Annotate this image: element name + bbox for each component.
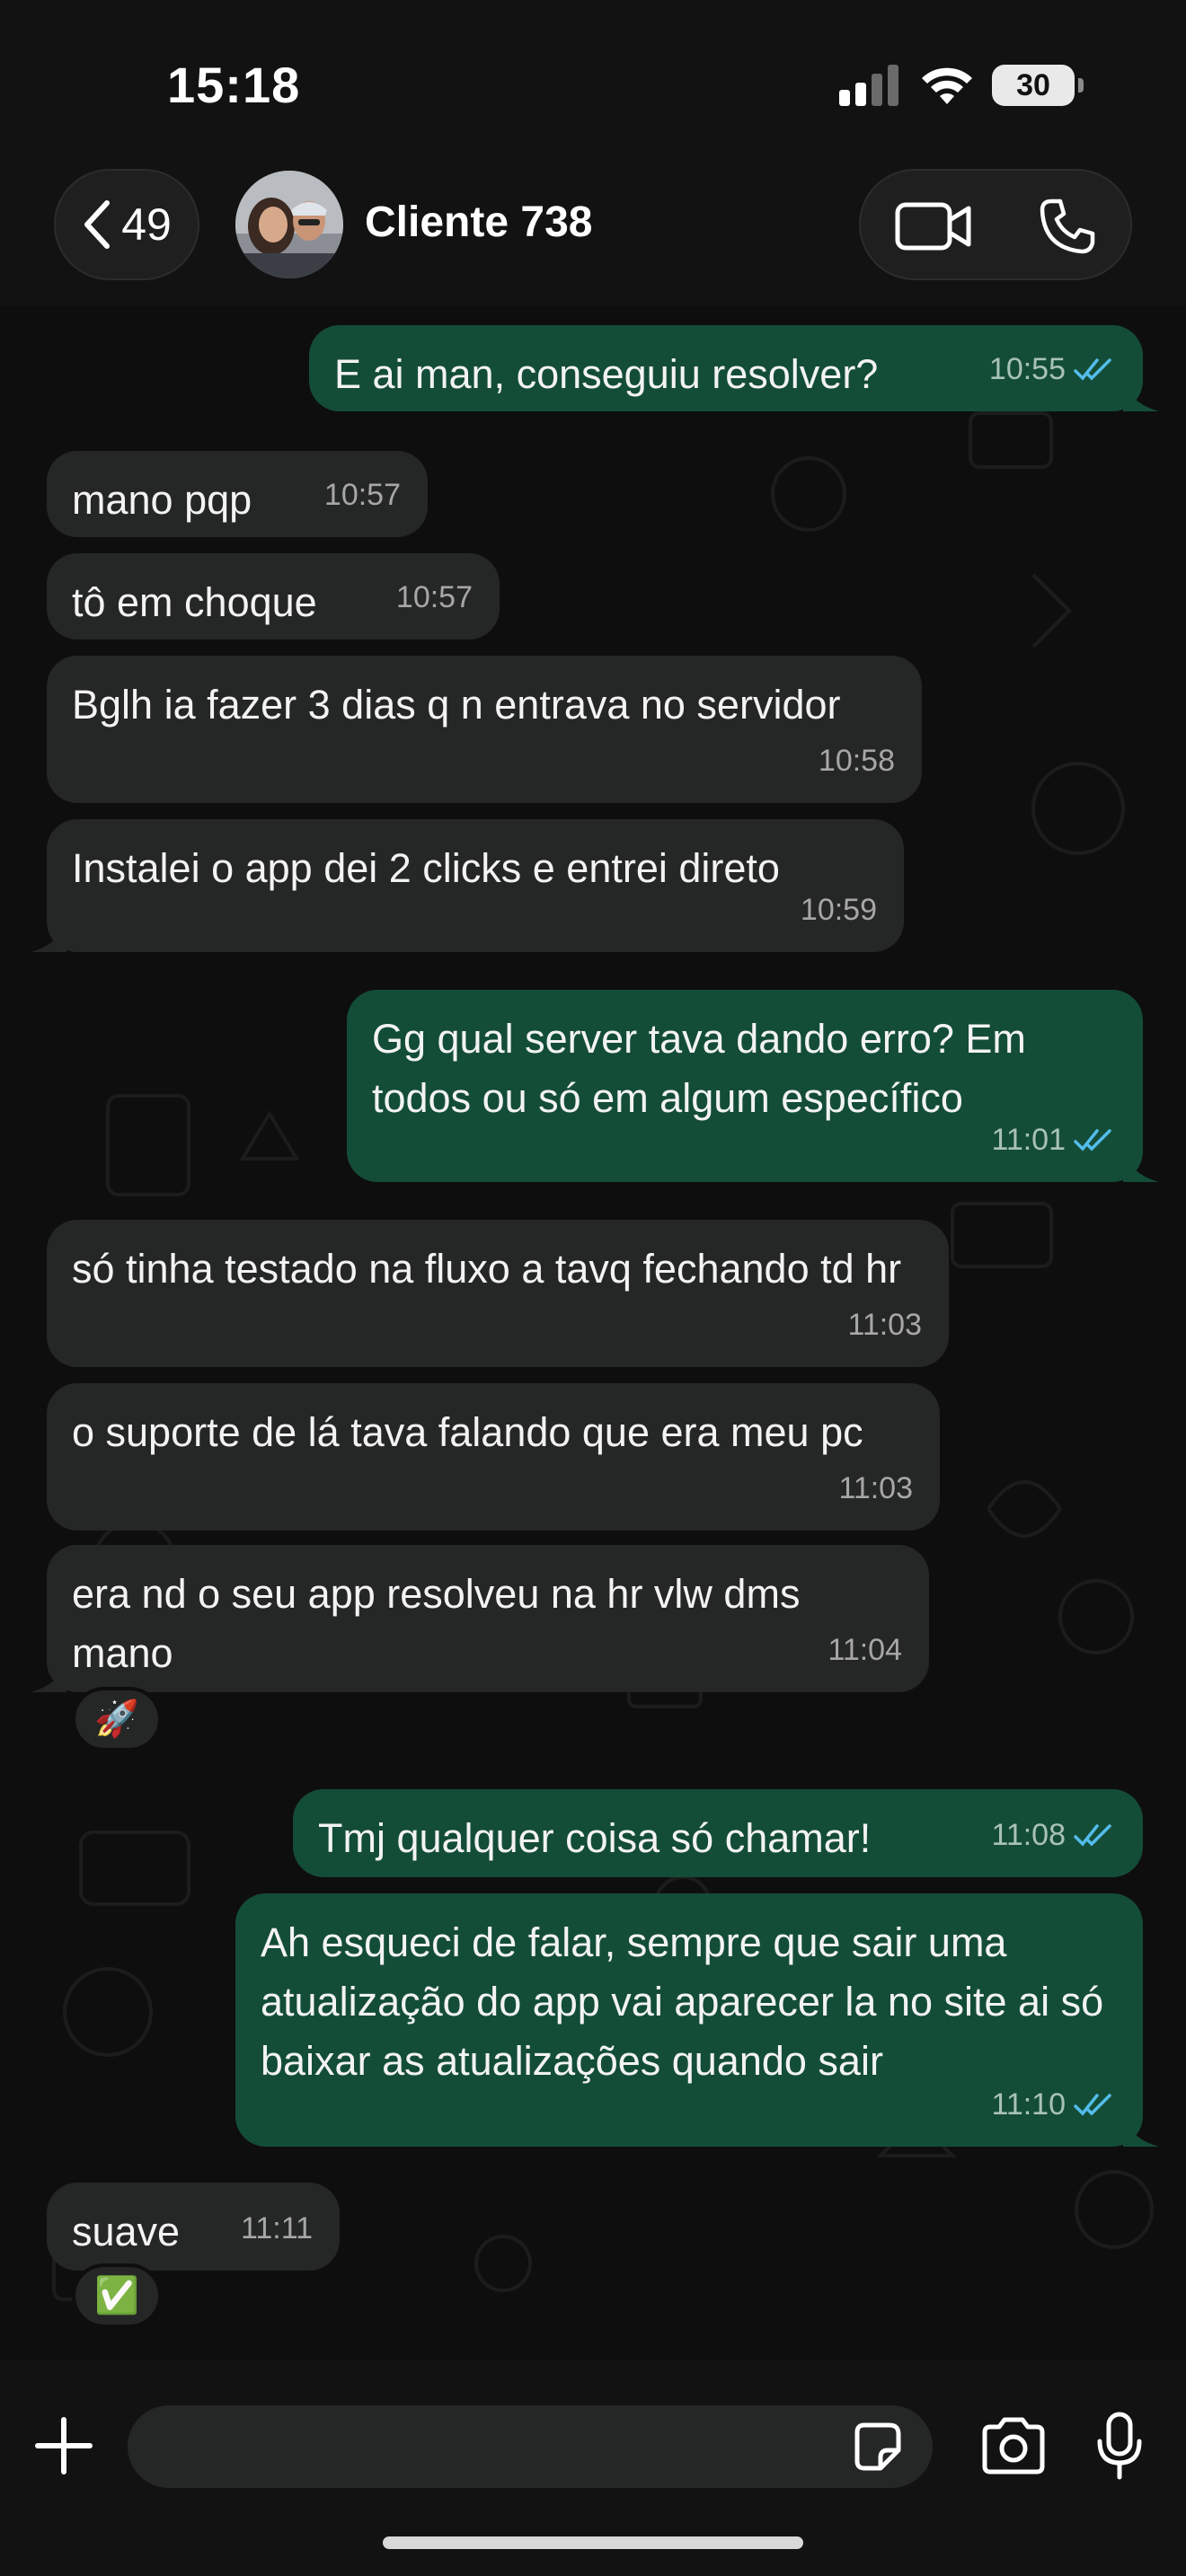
read-receipt-icon bbox=[1074, 2094, 1111, 2116]
message-text: Tmj qualquer coisa só chamar! bbox=[318, 1815, 872, 1861]
message-bubble-incoming[interactable]: tô em choque 10:57 bbox=[47, 553, 500, 640]
message-meta: 11:11 bbox=[241, 2199, 313, 2258]
message-time: 11:03 bbox=[847, 1308, 922, 1342]
message-time: 10:57 bbox=[395, 580, 473, 614]
message-text: Ah esqueci de falar, sempre que sair uma… bbox=[261, 1919, 1104, 2084]
message-bubble-outgoing[interactable]: E ai man, conseguiu resolver? 10:55 bbox=[309, 325, 1159, 411]
read-receipt-icon bbox=[1074, 1129, 1111, 1151]
message-time: 10:57 bbox=[323, 478, 401, 512]
battery-icon: 30 bbox=[992, 65, 1084, 106]
message-bubble-incoming[interactable]: Bglh ia fazer 3 dias q n entrava no serv… bbox=[47, 656, 922, 803]
message-meta: 11:04 bbox=[828, 1620, 902, 1680]
message-bubble-incoming[interactable]: mano pqp 10:57 bbox=[47, 451, 428, 537]
message-bubble-incoming[interactable]: só tinha testado na fluxo a tavq fechand… bbox=[47, 1220, 949, 1367]
message-time: 11:01 bbox=[991, 1123, 1066, 1157]
reaction-badge[interactable]: 🚀 bbox=[72, 1687, 162, 1751]
message-bubble-outgoing[interactable]: Gg qual server tava dando erro? Em todos… bbox=[347, 990, 1159, 1182]
wifi-icon bbox=[922, 67, 972, 104]
message-bubble-incoming[interactable]: suave 11:11 bbox=[47, 2183, 340, 2271]
back-chevron-icon bbox=[84, 200, 111, 249]
call-actions bbox=[859, 169, 1132, 280]
message-bubble-incoming[interactable]: era nd o seu app resolveu na hr vlw dms … bbox=[31, 1545, 929, 1692]
message-meta: 11:10 bbox=[991, 2075, 1116, 2134]
message-text: Gg qual server tava dando erro? Em todos… bbox=[372, 1016, 1026, 1121]
reaction-badge[interactable]: ✅ bbox=[72, 2263, 162, 2328]
sticker-icon[interactable] bbox=[850, 2420, 904, 2474]
unread-count: 49 bbox=[121, 199, 172, 250]
message-time: 11:11 bbox=[240, 2211, 313, 2245]
message-time: 10:58 bbox=[818, 744, 895, 778]
phone-call-icon[interactable] bbox=[1039, 198, 1096, 255]
message-meta: 10:58 bbox=[819, 731, 895, 790]
status-time: 15:18 bbox=[167, 57, 301, 113]
bubble-tail bbox=[1123, 2111, 1159, 2147]
bubble-tail bbox=[1123, 1146, 1159, 1182]
message-text: era nd o seu app resolveu na hr vlw dms … bbox=[72, 1571, 801, 1676]
contact-name[interactable]: Cliente 738 bbox=[365, 198, 592, 247]
message-meta: 11:08 bbox=[991, 1805, 1116, 1865]
message-bubble-outgoing[interactable]: Tmj qualquer coisa só chamar! 11:08 bbox=[293, 1789, 1143, 1877]
message-meta: 11:01 bbox=[991, 1110, 1116, 1169]
composer-bar bbox=[0, 2360, 1186, 2576]
message-time: 10:59 bbox=[800, 893, 877, 927]
message-text: mano pqp bbox=[72, 477, 252, 523]
back-button[interactable]: 49 bbox=[54, 169, 199, 280]
message-meta: 11:03 bbox=[838, 1459, 913, 1518]
cellular-signal-icon bbox=[839, 65, 898, 106]
message-time: 11:04 bbox=[828, 1633, 902, 1667]
bubble-tail bbox=[31, 916, 66, 952]
message-time: 11:10 bbox=[991, 2087, 1066, 2122]
message-meta: 10:59 bbox=[801, 880, 877, 940]
read-receipt-icon bbox=[1074, 358, 1111, 381]
plus-icon[interactable] bbox=[32, 2414, 95, 2477]
message-list[interactable]: E ai man, conseguiu resolver? 10:55 mano… bbox=[0, 305, 1186, 2360]
microphone-icon[interactable] bbox=[1094, 2411, 1145, 2481]
status-bar: 15:18 30 bbox=[0, 0, 1186, 162]
message-text: E ai man, conseguiu resolver? bbox=[334, 351, 879, 397]
video-call-icon[interactable] bbox=[895, 198, 972, 255]
message-input[interactable] bbox=[128, 2405, 933, 2488]
message-time: 11:08 bbox=[991, 1818, 1066, 1852]
avatar[interactable] bbox=[235, 171, 343, 278]
message-bubble-incoming[interactable]: o suporte de lá tava falando que era meu… bbox=[47, 1383, 940, 1531]
read-receipt-icon bbox=[1074, 1824, 1111, 1847]
message-text: Instalei o app dei 2 clicks e entrei dir… bbox=[72, 845, 780, 891]
message-time: 11:03 bbox=[838, 1471, 913, 1505]
chat-header: 49 Cliente 738 bbox=[0, 162, 1186, 305]
bubble-tail bbox=[31, 1656, 66, 1692]
camera-icon[interactable] bbox=[979, 2416, 1048, 2475]
message-time: 10:55 bbox=[988, 352, 1066, 386]
message-text: só tinha testado na fluxo a tavq fechand… bbox=[72, 1246, 902, 1292]
message-meta: 10:55 bbox=[989, 340, 1116, 399]
message-meta: 10:57 bbox=[396, 568, 473, 627]
message-text: tô em choque bbox=[72, 579, 317, 625]
message-bubble-incoming[interactable]: Instalei o app dei 2 clicks e entrei dir… bbox=[31, 819, 904, 952]
home-indicator[interactable] bbox=[383, 2536, 803, 2549]
message-text: Bglh ia fazer 3 dias q n entrava no serv… bbox=[72, 682, 841, 728]
bubble-tail bbox=[1123, 375, 1159, 411]
message-text: suave bbox=[72, 2209, 181, 2254]
message-bubble-outgoing[interactable]: Ah esqueci de falar, sempre que sair uma… bbox=[235, 1893, 1159, 2147]
message-text: o suporte de lá tava falando que era meu… bbox=[72, 1409, 863, 1455]
message-meta: 11:03 bbox=[847, 1295, 922, 1354]
message-meta: 10:57 bbox=[324, 465, 401, 525]
